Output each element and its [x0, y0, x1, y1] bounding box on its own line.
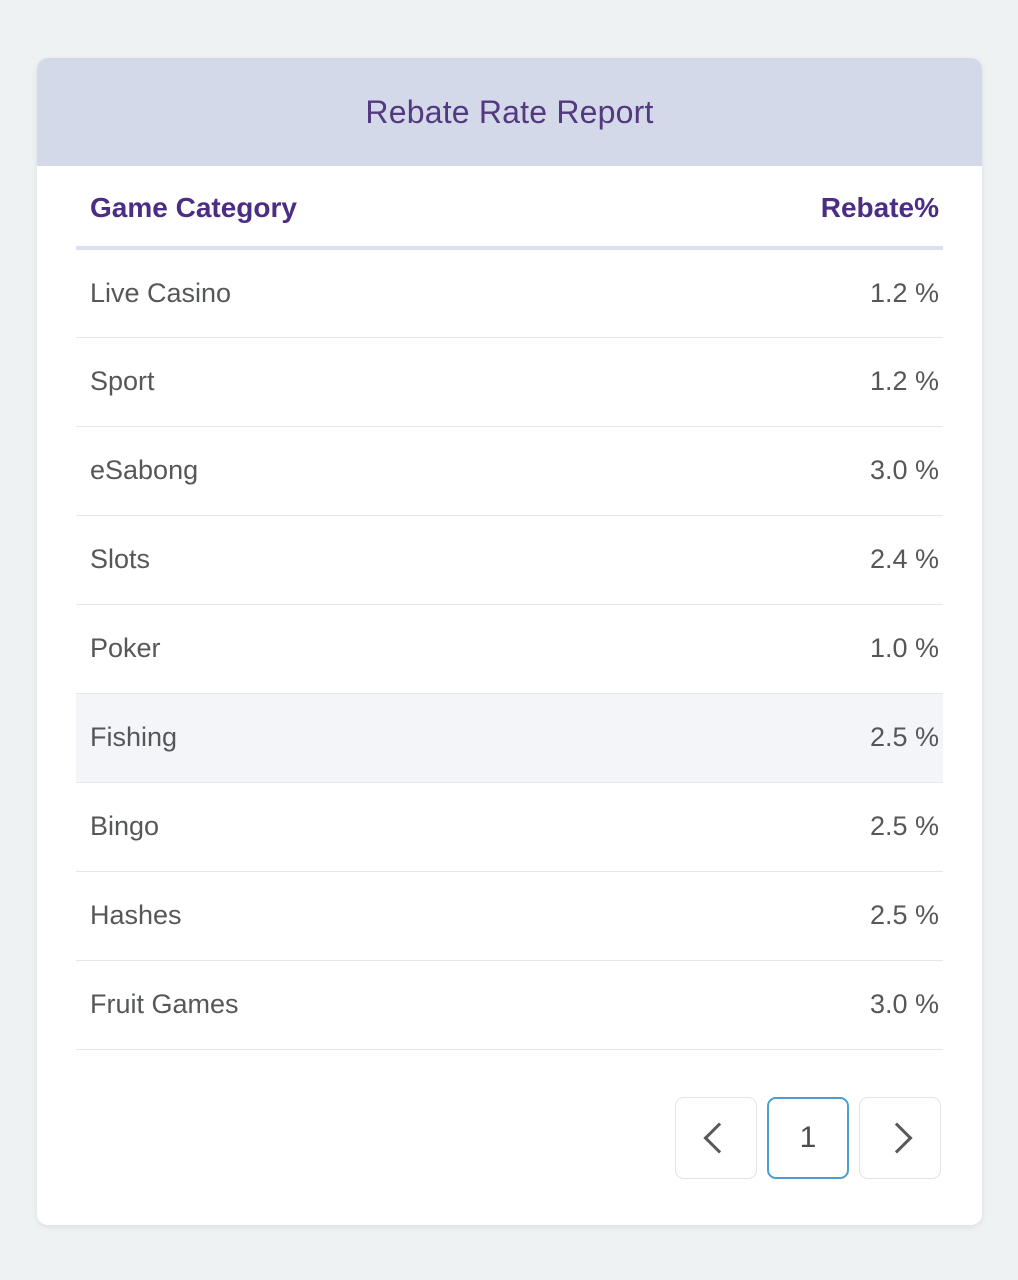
cell-rebate-percent: 2.5 % [509, 693, 943, 783]
chevron-left-icon [703, 1121, 735, 1154]
cell-game-category: Slots [76, 515, 510, 605]
column-header-rebate-percent[interactable]: Rebate% [509, 166, 943, 250]
table-row[interactable]: Fruit Games 3.0 % [76, 960, 943, 1050]
table-row[interactable]: Slots 2.4 % [76, 515, 943, 605]
cell-rebate-percent: 3.0 % [509, 426, 943, 516]
cell-rebate-percent: 2.5 % [509, 782, 943, 872]
card-body: Game Category Rebate% Live Casino 1.2 % … [37, 166, 982, 1225]
table-header: Game Category Rebate% [76, 166, 943, 250]
card-header: Rebate Rate Report [37, 58, 982, 166]
table-row[interactable]: Hashes 2.5 % [76, 871, 943, 961]
cell-game-category: Hashes [76, 871, 510, 961]
cell-game-category: Bingo [76, 782, 510, 872]
cell-game-category: eSabong [76, 426, 510, 516]
cell-game-category: Fishing [76, 693, 510, 783]
cell-game-category: Fruit Games [76, 960, 510, 1050]
cell-game-category: Poker [76, 604, 510, 694]
pagination: 1 [76, 1050, 943, 1179]
page-title: Rebate Rate Report [365, 93, 654, 130]
cell-rebate-percent: 1.0 % [509, 604, 943, 694]
pagination-page-1-button[interactable]: 1 [767, 1096, 849, 1179]
table-header-row: Game Category Rebate% [76, 166, 943, 250]
rebate-rate-report-card: Rebate Rate Report Game Category Rebate%… [37, 58, 982, 1225]
table-row[interactable]: eSabong 3.0 % [76, 426, 943, 516]
table-row[interactable]: Live Casino 1.2 % [76, 248, 943, 338]
page-root: Rebate Rate Report Game Category Rebate%… [0, 0, 1018, 1280]
pagination-prev-button[interactable] [675, 1096, 757, 1179]
table-row[interactable]: Sport 1.2 % [76, 337, 943, 427]
rebate-rate-table: Game Category Rebate% Live Casino 1.2 % … [76, 166, 943, 1050]
column-header-game-category[interactable]: Game Category [76, 166, 510, 250]
table-row[interactable]: Poker 1.0 % [76, 604, 943, 694]
pagination-next-button[interactable] [859, 1096, 941, 1179]
cell-rebate-percent: 2.5 % [509, 871, 943, 961]
table-row[interactable]: Fishing 2.5 % [76, 693, 943, 783]
chevron-right-icon [881, 1121, 913, 1154]
table-body: Live Casino 1.2 % Sport 1.2 % eSabong 3.… [76, 248, 943, 1050]
cell-rebate-percent: 3.0 % [509, 960, 943, 1050]
table-row[interactable]: Bingo 2.5 % [76, 782, 943, 872]
cell-game-category: Live Casino [76, 248, 510, 338]
cell-rebate-percent: 1.2 % [509, 248, 943, 338]
cell-rebate-percent: 1.2 % [509, 337, 943, 427]
cell-rebate-percent: 2.4 % [509, 515, 943, 605]
cell-game-category: Sport [76, 337, 510, 427]
